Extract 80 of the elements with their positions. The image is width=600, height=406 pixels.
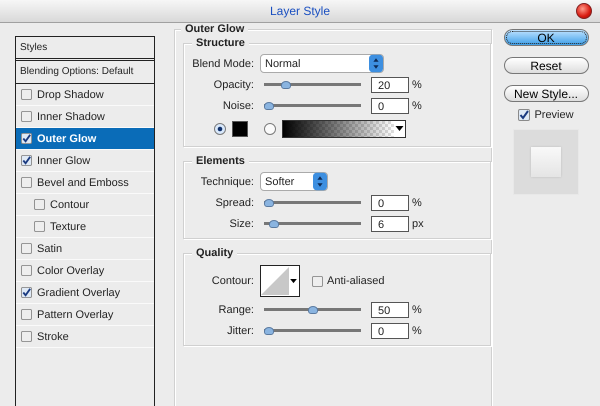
list-item[interactable]: Outer Glow <box>16 128 154 150</box>
unit-label: px <box>412 218 424 230</box>
list-item[interactable]: Drop Shadow <box>16 84 154 106</box>
radio-button[interactable] <box>264 123 276 135</box>
checkbox[interactable] <box>21 309 32 320</box>
field-label: Technique: <box>200 176 255 188</box>
field-label: Noise: <box>222 100 255 112</box>
checkbox[interactable] <box>21 155 32 166</box>
list-item[interactable]: Blending Options: Default <box>16 61 154 84</box>
caret-icon <box>395 126 404 132</box>
unit-label: % <box>412 100 422 112</box>
field-label: Jitter: <box>226 324 255 336</box>
checkbox[interactable] <box>21 265 32 276</box>
list-item[interactable]: Gradient Overlay <box>16 282 154 304</box>
unit-label: % <box>412 304 422 316</box>
slider-thumb[interactable] <box>264 102 274 110</box>
checkbox[interactable] <box>312 276 323 286</box>
group-title: Quality <box>192 247 238 259</box>
contour-picker[interactable] <box>260 265 300 297</box>
number-field[interactable]: 6 <box>371 216 409 232</box>
dialog-button[interactable]: Reset <box>504 57 588 74</box>
field-label: Range: <box>218 304 255 316</box>
panel-header: Styles <box>16 37 154 61</box>
slider-thumb[interactable] <box>269 220 280 228</box>
caret-icon <box>290 278 297 284</box>
slider-thumb[interactable] <box>264 326 274 334</box>
gradient-picker[interactable] <box>282 120 406 138</box>
spinner-icon <box>369 54 383 73</box>
dialog-button[interactable]: OK <box>504 29 588 46</box>
checkbox[interactable] <box>21 177 32 188</box>
number-field[interactable]: 0 <box>371 98 409 114</box>
checkbox[interactable] <box>21 331 32 342</box>
color-swatch[interactable] <box>232 121 248 137</box>
list-item[interactable]: Pattern Overlay <box>16 304 154 326</box>
checkbox[interactable] <box>21 287 32 298</box>
slider[interactable] <box>264 198 361 206</box>
checkbox[interactable] <box>21 133 32 144</box>
number-field[interactable]: 20 <box>371 76 409 92</box>
checkbox[interactable] <box>34 221 45 232</box>
group-title: Outer Glow <box>181 23 248 35</box>
field-label: Size: <box>228 218 255 230</box>
group-title: Elements <box>192 155 249 167</box>
checkbox-label: Anti-aliased <box>327 275 384 287</box>
list-item[interactable]: Satin <box>16 238 154 260</box>
dropdown[interactable]: Softer <box>260 172 328 191</box>
number-field[interactable]: 0 <box>371 194 409 210</box>
unit-label: % <box>412 78 422 90</box>
slider[interactable] <box>264 326 361 334</box>
list-item[interactable]: Inner Glow <box>16 150 154 172</box>
checkbox-label: Preview <box>534 109 574 121</box>
field-label: Contour: <box>210 275 255 287</box>
list-item[interactable]: Contour <box>16 194 154 216</box>
slider-thumb[interactable] <box>281 80 292 88</box>
list-item[interactable]: Bevel and Emboss <box>16 172 154 194</box>
close-button[interactable] <box>576 3 592 19</box>
checkbox[interactable] <box>518 109 530 121</box>
preview-thumbnail <box>513 129 579 195</box>
window-title: Layer Style <box>270 4 330 18</box>
radio-button[interactable] <box>214 123 226 135</box>
dialog-button[interactable]: New Style... <box>504 85 588 102</box>
checkbox[interactable] <box>21 89 32 100</box>
dropdown[interactable]: Normal <box>260 54 384 73</box>
list-item[interactable]: Texture <box>16 216 154 238</box>
slider[interactable] <box>264 102 361 110</box>
number-field[interactable]: 50 <box>371 302 409 318</box>
unit-label: % <box>412 196 422 208</box>
number-field[interactable]: 0 <box>371 322 409 338</box>
checkbox[interactable] <box>21 111 32 122</box>
spinner-icon <box>313 172 327 191</box>
field-label: Opacity: <box>212 78 255 90</box>
group-title: Structure <box>192 37 249 49</box>
unit-label: % <box>412 324 422 336</box>
list-item[interactable]: Color Overlay <box>16 260 154 282</box>
slider-thumb[interactable] <box>308 306 318 314</box>
list-item[interactable]: Stroke <box>16 326 154 348</box>
checkbox[interactable] <box>34 199 45 210</box>
field-label: Spread: <box>214 196 255 208</box>
field-label: Blend Mode: <box>192 58 255 70</box>
checkbox[interactable] <box>21 243 32 254</box>
slider-thumb[interactable] <box>264 198 274 206</box>
